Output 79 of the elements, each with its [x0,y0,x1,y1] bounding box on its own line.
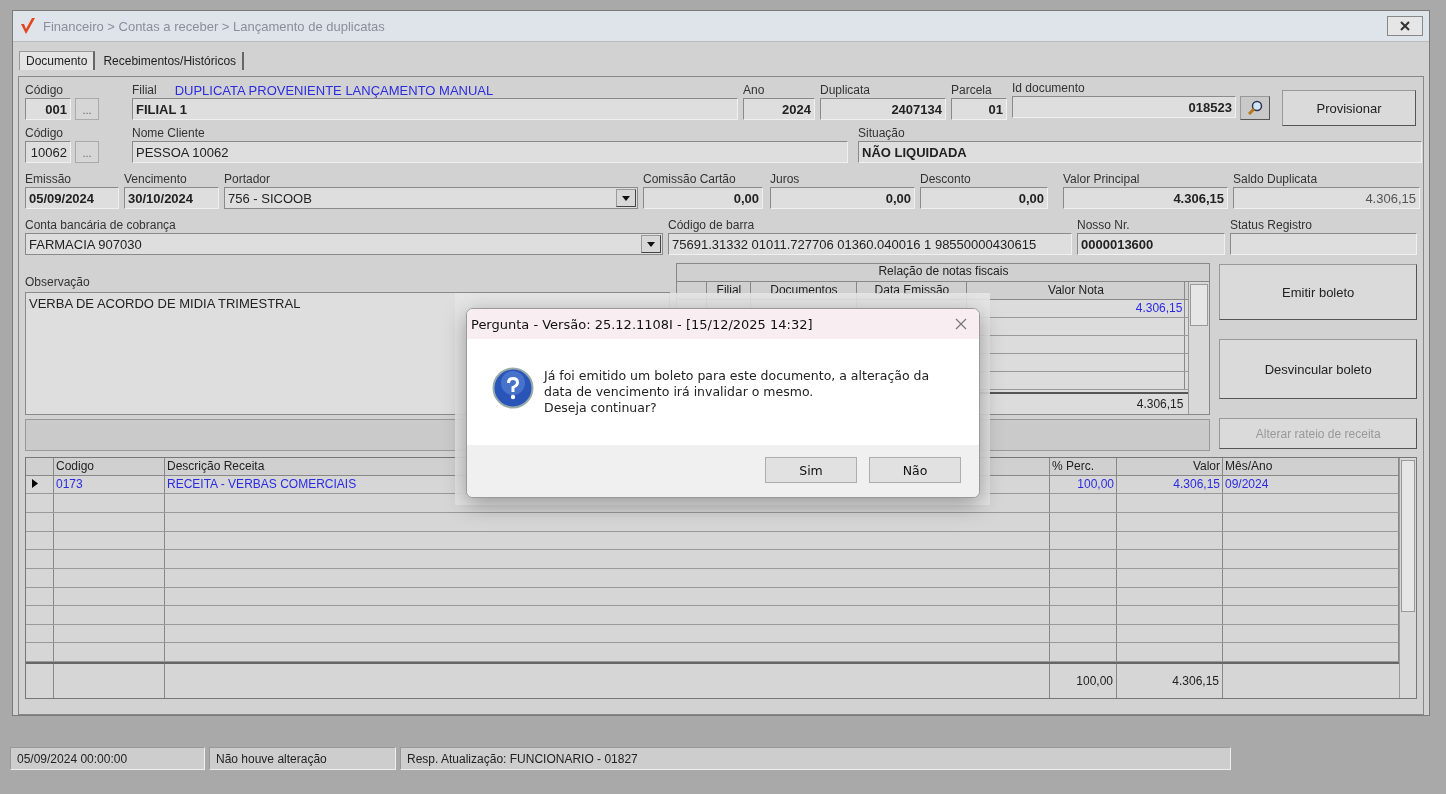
field-label: Valor Principal [1063,172,1140,187]
field-label: Comissão Cartão [643,172,736,187]
field-label: Juros [770,172,800,187]
column-header: Valor [1117,458,1223,475]
action-button[interactable]: Emitir boleto [1219,264,1417,320]
input-field[interactable]: 0000013600 [1077,233,1225,255]
search-button[interactable] [1240,96,1270,120]
input-field[interactable]: 2407134 [820,98,946,120]
question-icon [492,367,534,409]
input-field[interactable]: 05/09/2024 [25,187,119,209]
dialog-button[interactable]: Não [869,457,961,483]
field-label: Duplicata [820,83,871,98]
lookup-button[interactable]: ... [75,98,99,120]
caret-icon [647,241,655,247]
total-cell: 100,00 [1050,664,1117,699]
input-field[interactable]: FILIAL 1 [132,98,738,120]
input-field[interactable] [1230,233,1417,255]
dropdown-field[interactable]: 756 - SICOOB [224,187,638,209]
caret-icon [622,195,630,201]
field-label: Status Registro [1230,218,1313,233]
table-cell: 4.306,15 [1117,475,1223,494]
input-field[interactable]: 30/10/2024 [124,187,219,209]
column-header: % Perc. [1050,458,1117,475]
lookup-button[interactable]: ... [75,141,99,163]
field-label: Nome Cliente [132,126,205,141]
field-label: Nosso Nr. [1077,218,1130,233]
status-panel: Não houve alteração [209,747,396,770]
input-field[interactable]: 4.306,15 [1063,187,1228,209]
scrollbar[interactable] [1399,458,1416,698]
field-label: Saldo Duplicata [1233,172,1318,187]
origin-note: DUPLICATA PROVENIENTE LANÇAMENTO MANUAL [174,83,494,98]
check-logo-icon [19,16,37,36]
action-button[interactable]: Provisionar [1282,90,1416,126]
action-button[interactable]: Desvincular boleto [1219,339,1417,399]
close-icon [1399,21,1411,31]
input-field[interactable]: 75691.31332 01011.727706 01360.040016 1 98550000430615 [668,233,1072,255]
input-field[interactable]: 01 [951,98,1007,120]
field-label: Código [25,126,64,141]
status-panel: Resp. Atualização: FUNCIONARIO - 01827 [400,747,1231,770]
dialog-button[interactable]: Sim [765,457,857,483]
scrollbar[interactable] [1188,282,1210,414]
close-button[interactable] [1387,16,1423,36]
total-cell: 4.306,15 [1117,664,1223,699]
field-label: Emissão [25,172,71,187]
table-cell: 100,00 [1050,475,1117,494]
close-icon [955,318,967,330]
input-field[interactable]: 2024 [743,98,815,120]
input-field[interactable]: 4.306,15 [1233,187,1420,209]
input-field[interactable]: 10062 [25,141,71,163]
input-field[interactable]: 018523 [1012,96,1236,118]
field-label: Filial [132,83,157,98]
tab[interactable]: Documento [19,51,96,70]
input-field[interactable]: 0,00 [920,187,1048,209]
field-label: Vencimento [124,172,187,187]
input-field[interactable]: 0,00 [770,187,915,209]
input-field[interactable]: PESSOA 10062 [132,141,848,163]
window-title: Financeiro > Contas a receber > Lançamento de duplicatas [43,18,386,34]
tab[interactable]: Recebimentos/Históricos [97,52,245,70]
table-title: Relação de notas fiscais [677,264,1210,282]
column-header: Codigo [54,458,165,475]
row-pointer-icon [32,478,38,488]
total-cell-text: 4.306,15 [1135,396,1185,413]
field-label: Observação [25,275,91,290]
field-label: Conta bancária de cobrança [25,218,176,233]
input-field[interactable]: NÃO LIQUIDADA [858,141,1422,163]
status-panel: 05/09/2024 00:00:00 [10,747,205,770]
input-field[interactable]: 001 [25,98,71,120]
search-icon [1247,100,1263,116]
table-cell: 0173 [54,475,165,494]
field-label: Código de barra [668,218,755,233]
field-label: Id documento [1012,81,1085,96]
field-label: Desconto [920,172,971,187]
field-label: Situação [858,126,905,141]
dropdown-field[interactable]: FARMACIA 907030 [25,233,663,255]
field-label: Ano [743,83,765,98]
input-field[interactable]: 0,00 [643,187,763,209]
field-label: Parcela [951,83,992,98]
field-label: Código [25,83,64,98]
field-label: Portador [224,172,271,187]
